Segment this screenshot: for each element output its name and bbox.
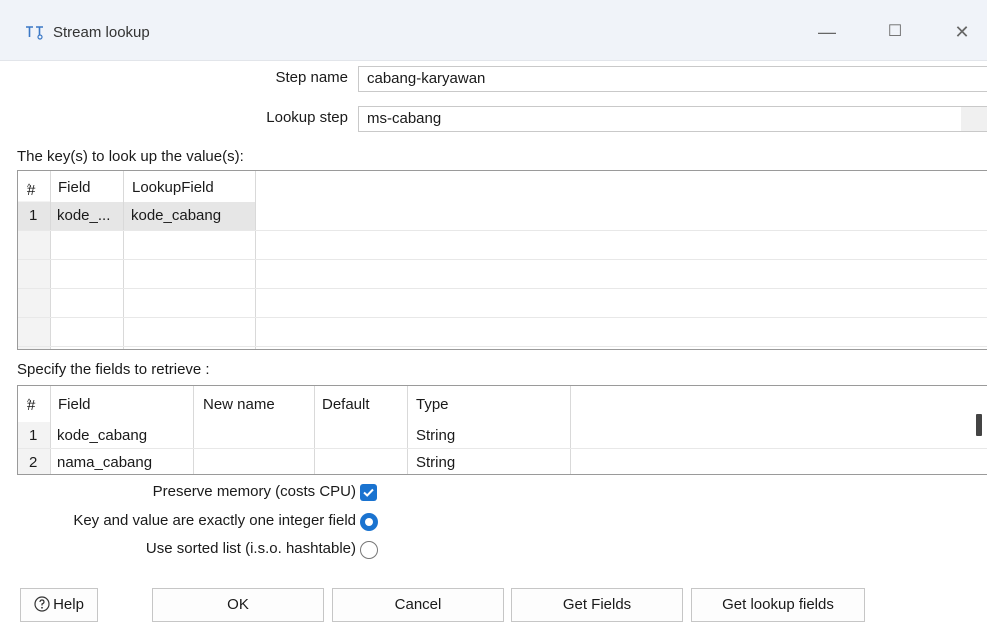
cell-default[interactable] <box>315 449 407 474</box>
row-number: 1 <box>18 202 50 230</box>
empty-row <box>18 231 987 260</box>
column-header-number[interactable]: ^ # <box>18 171 50 201</box>
sorted-list-label: Use sorted list (i.s.o. hashtable) <box>145 540 356 557</box>
cell-type[interactable]: String <box>408 449 570 474</box>
column-header-new-name[interactable]: New name <box>194 391 314 421</box>
stream-lookup-dialog: Stream lookup — ☐ ✕ Step name cabang-kar… <box>0 0 987 632</box>
ok-button[interactable]: OK <box>152 588 324 622</box>
empty-row <box>18 318 987 347</box>
help-icon <box>34 596 50 612</box>
cell-field[interactable]: nama_cabang <box>51 449 193 474</box>
table-row[interactable]: 2 nama_cabang String <box>18 449 987 474</box>
row-number: 2 <box>29 454 38 471</box>
cell-field[interactable]: kode_... <box>51 202 123 230</box>
scrollbar-thumb[interactable] <box>976 414 982 436</box>
keys-section-label: The key(s) to look up the value(s): <box>17 148 244 165</box>
fields-table: ^ # Field New name Default Type 1 kode_c… <box>17 385 987 475</box>
fields-section-label: Specify the fields to retrieve : <box>17 361 210 378</box>
cancel-button[interactable]: Cancel <box>332 588 504 622</box>
close-button[interactable]: ✕ <box>947 18 977 46</box>
minimize-button[interactable]: — <box>812 18 842 46</box>
cell-lookupfield[interactable]: kode_cabang <box>124 202 255 230</box>
lookup-step-value: ms-cabang <box>367 110 442 127</box>
column-header-field[interactable]: Field <box>51 174 123 204</box>
lookup-step-label: Lookup step <box>266 109 348 126</box>
empty-row <box>18 260 987 289</box>
one-integer-field-radio[interactable] <box>360 513 378 531</box>
dropdown-arrow-icon[interactable] <box>961 107 987 131</box>
checkmark-icon <box>363 488 374 497</box>
empty-row <box>18 289 987 318</box>
column-header-field[interactable]: Field <box>51 391 193 421</box>
maximize-button[interactable]: ☐ <box>880 18 910 46</box>
cell-default[interactable] <box>315 422 407 448</box>
title-bar: Stream lookup — ☐ ✕ <box>0 0 987 61</box>
column-header-number[interactable]: ^ # <box>18 386 50 416</box>
step-name-label: Step name <box>275 69 348 86</box>
cell-type[interactable]: String <box>408 422 570 448</box>
keys-table-header: ^ # Field LookupField <box>18 171 987 201</box>
help-button-label: Help <box>53 596 84 613</box>
column-header-type[interactable]: Type <box>408 391 570 421</box>
preserve-memory-label: Preserve memory (costs CPU) <box>152 483 356 500</box>
cell-new-name[interactable] <box>194 449 314 474</box>
cell-field[interactable]: kode_cabang <box>51 422 193 448</box>
table-row[interactable]: 1 kode_cabang String <box>18 422 987 449</box>
get-fields-button[interactable]: Get Fields <box>511 588 683 622</box>
stream-lookup-icon <box>26 26 43 40</box>
one-integer-field-label: Key and value are exactly one integer fi… <box>73 512 356 529</box>
cell-new-name[interactable] <box>194 422 314 448</box>
window-title: Stream lookup <box>53 24 150 41</box>
column-header-lookupfield[interactable]: LookupField <box>124 174 254 204</box>
fields-table-header: ^ # Field New name Default Type <box>18 386 987 416</box>
lookup-step-dropdown[interactable]: ms-cabang <box>358 106 987 132</box>
row-number: 1 <box>29 427 38 444</box>
help-button[interactable]: Help <box>20 588 98 622</box>
get-lookup-fields-button[interactable]: Get lookup fields <box>691 588 865 622</box>
preserve-memory-checkbox[interactable] <box>360 484 377 501</box>
keys-table: ^ # Field LookupField 1 kode_... kode_ca… <box>17 170 987 350</box>
step-name-input[interactable]: cabang-karyawan <box>358 66 987 92</box>
sorted-list-radio[interactable] <box>360 541 378 559</box>
table-row[interactable]: 1 kode_... kode_cabang <box>18 202 987 231</box>
column-header-default[interactable]: Default <box>315 391 407 421</box>
